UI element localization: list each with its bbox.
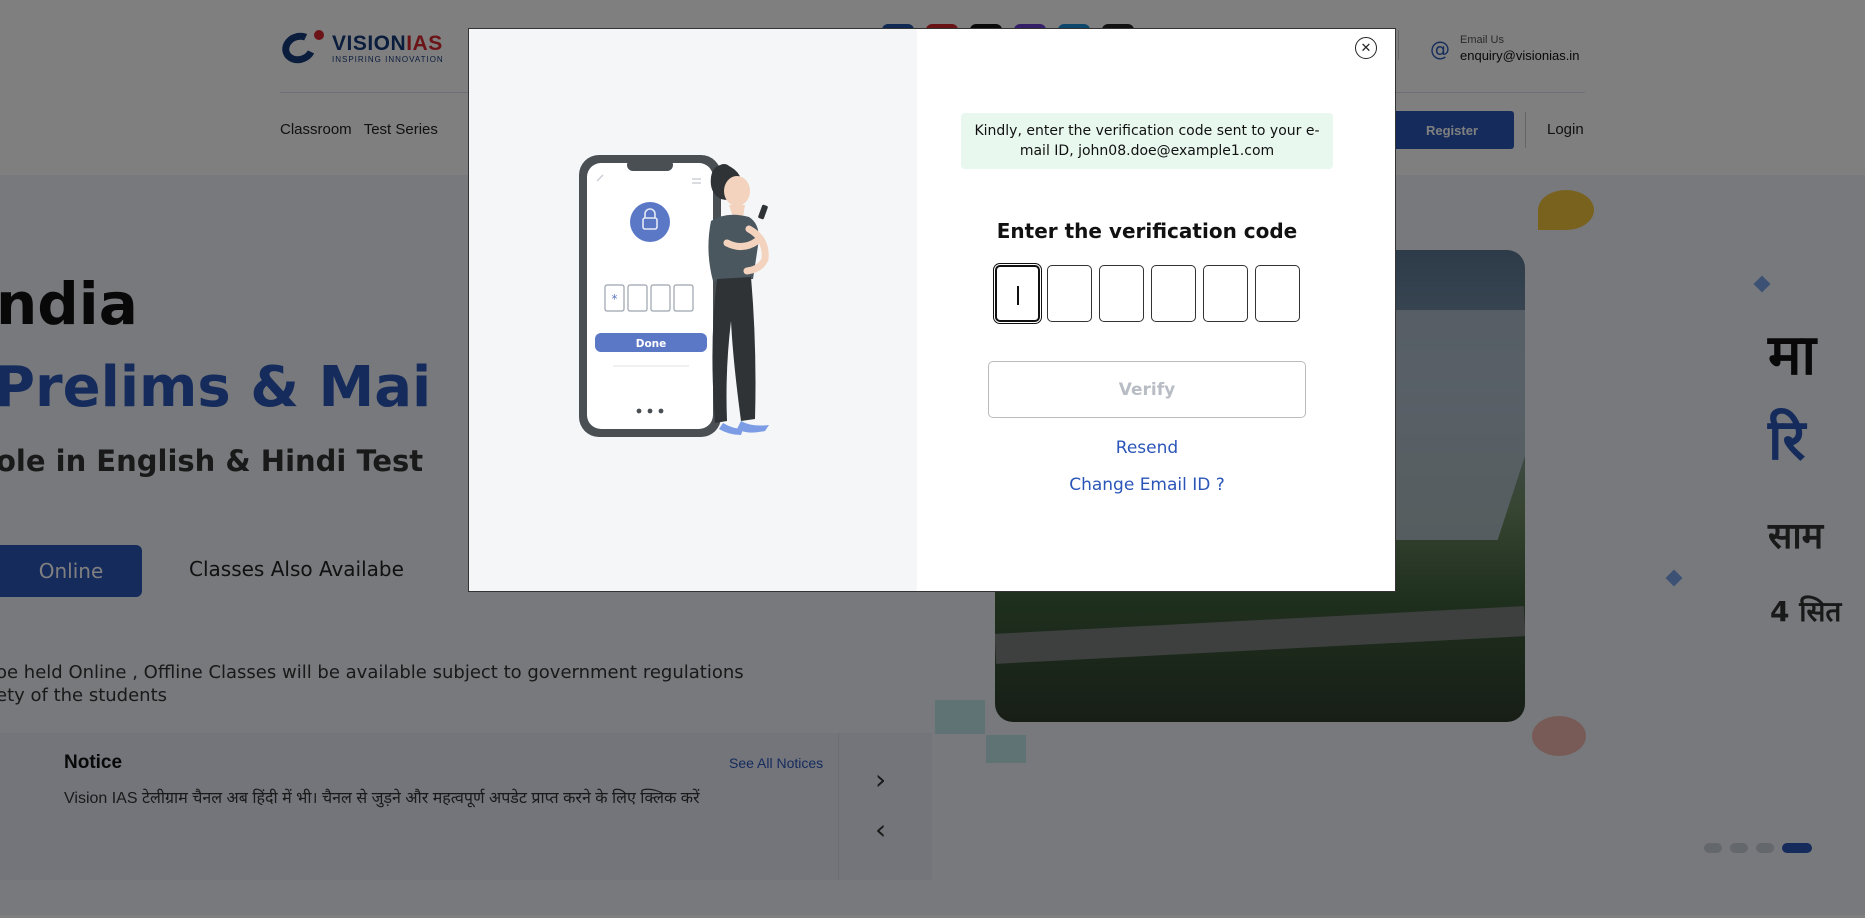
verify-button[interactable]: Verify <box>988 361 1306 418</box>
verification-modal: * Done ✕ Kindly, enter the verification … <box>468 28 1396 592</box>
change-email-link[interactable]: Change Email ID ? <box>917 475 1377 495</box>
otp-digit-3[interactable] <box>1099 265 1144 322</box>
verification-title: Enter the verification code <box>996 219 1298 243</box>
otp-digit-2[interactable] <box>1047 265 1092 322</box>
modal-illustration-panel: * Done <box>469 29 917 591</box>
otp-digit-5[interactable] <box>1203 265 1248 322</box>
verification-info-message: Kindly, enter the verification code sent… <box>961 113 1333 169</box>
phone-lock-illustration: * Done <box>579 155 769 437</box>
illustration-done-label: Done <box>636 338 667 350</box>
otp-input-group <box>993 263 1300 324</box>
modal-form-panel: ✕ Kindly, enter the verification code se… <box>917 29 1395 591</box>
otp-digit-1[interactable] <box>993 263 1042 324</box>
close-icon[interactable]: ✕ <box>1355 37 1377 59</box>
svg-text:*: * <box>612 292 618 306</box>
otp-digit-6[interactable] <box>1255 265 1300 322</box>
otp-digit-4[interactable] <box>1151 265 1196 322</box>
resend-link[interactable]: Resend <box>917 438 1377 458</box>
